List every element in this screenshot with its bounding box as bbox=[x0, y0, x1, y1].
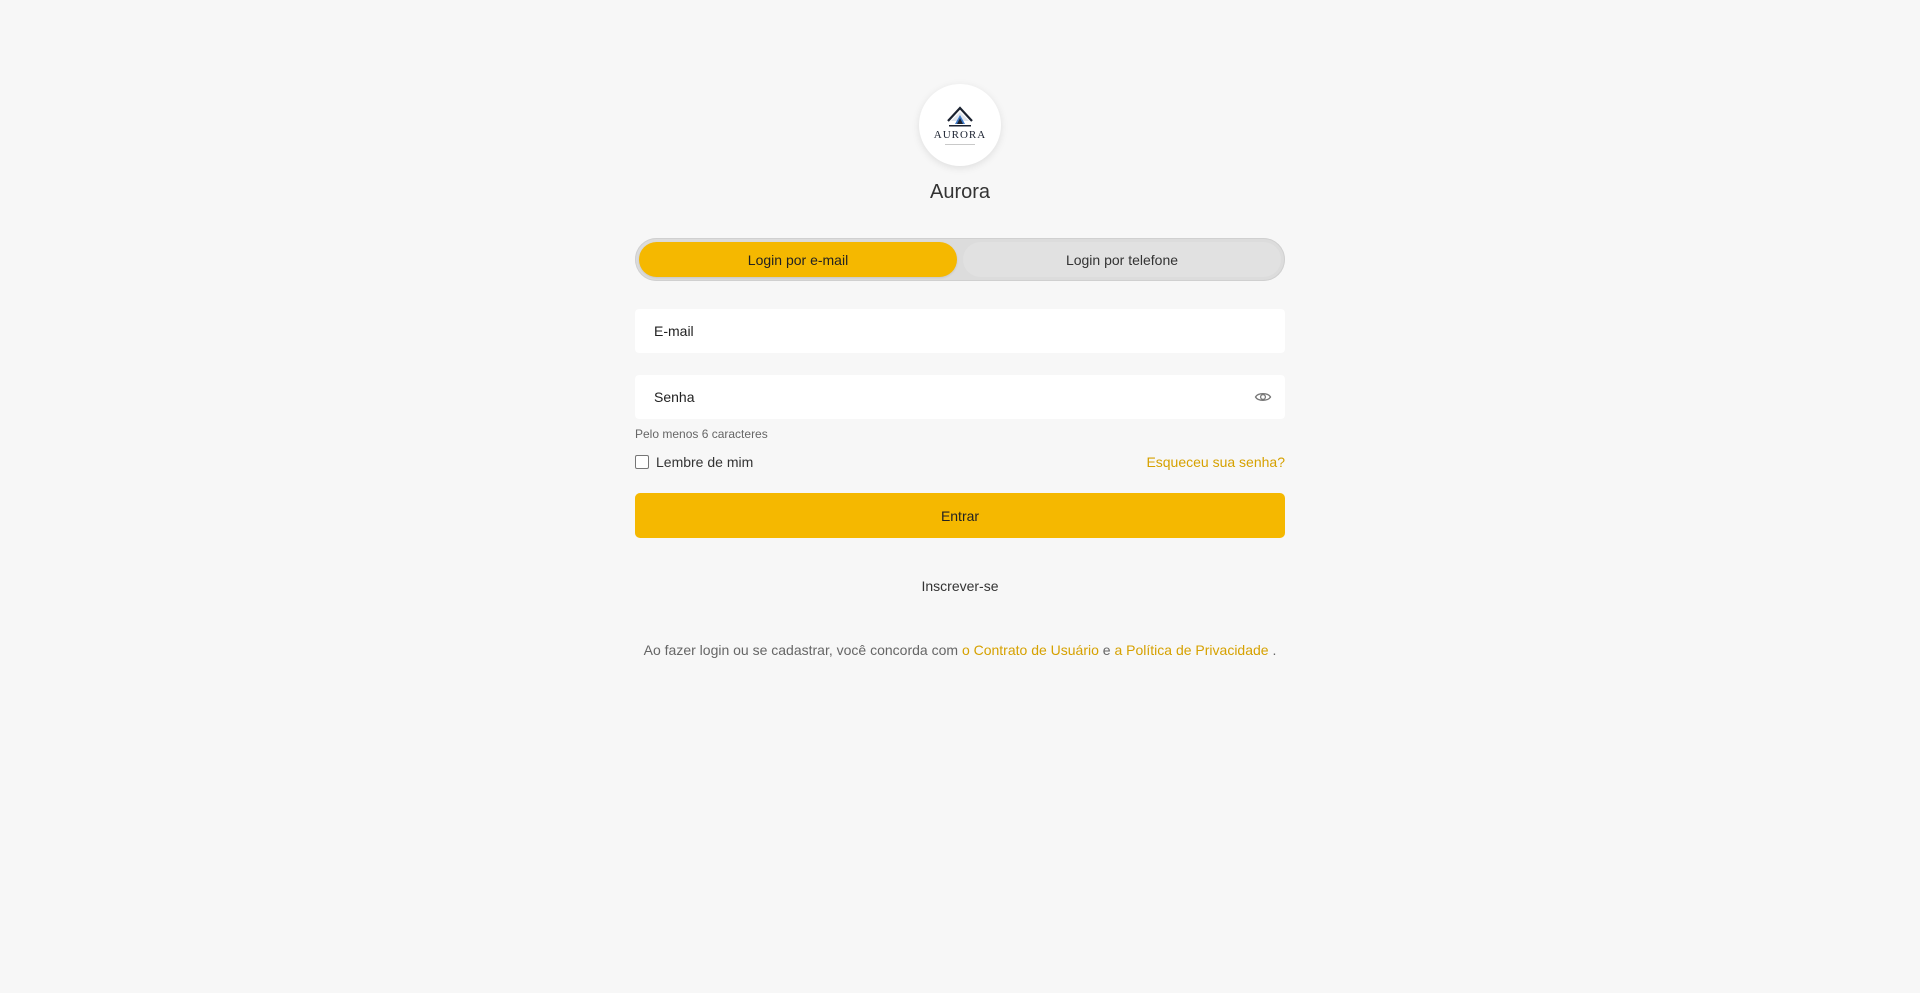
tab-phone-login[interactable]: Login por telefone bbox=[963, 242, 1281, 277]
terms-prefix: Ao fazer login ou se cadastrar, você con… bbox=[643, 642, 959, 658]
forgot-password-link[interactable]: Esqueceu sua senha? bbox=[1146, 454, 1285, 470]
terms-conjunction: e bbox=[1102, 642, 1111, 658]
tab-email-login[interactable]: Login por e-mail bbox=[639, 242, 957, 277]
login-method-tabs: Login por e-mail Login por telefone bbox=[635, 238, 1285, 281]
password-field-wrapper bbox=[635, 375, 1285, 419]
login-form: Login por e-mail Login por telefone Pelo… bbox=[635, 238, 1285, 660]
remember-me-label: Lembre de mim bbox=[656, 454, 754, 470]
remember-me-control[interactable]: Lembre de mim bbox=[635, 454, 753, 470]
eye-icon[interactable] bbox=[1254, 389, 1272, 405]
logo-emblem-icon bbox=[945, 105, 975, 129]
brand-logo: AURORA bbox=[919, 84, 1001, 166]
remember-forgot-row: Lembre de mim Esqueceu sua senha? bbox=[635, 452, 1285, 472]
privacy-policy-link[interactable]: a Política de Privacidade bbox=[1114, 642, 1268, 658]
password-hint: Pelo menos 6 caracteres bbox=[635, 427, 768, 441]
email-input[interactable] bbox=[635, 309, 1285, 353]
login-page: AURORA Aurora Login por e-mail Login por… bbox=[0, 0, 1920, 993]
remember-me-checkbox[interactable] bbox=[635, 455, 649, 469]
signup-row: Inscrever-se bbox=[635, 578, 1285, 594]
signup-link[interactable]: Inscrever-se bbox=[921, 578, 998, 594]
email-field-wrapper bbox=[635, 309, 1285, 353]
user-agreement-link[interactable]: o Contrato de Usuário bbox=[962, 642, 1099, 658]
logo-text: AURORA bbox=[933, 129, 987, 141]
logo-underline bbox=[945, 144, 975, 145]
terms-notice: Ao fazer login ou se cadastrar, você con… bbox=[635, 640, 1285, 660]
password-input[interactable] bbox=[635, 375, 1285, 419]
terms-suffix: . bbox=[1272, 642, 1277, 658]
app-name: Aurora bbox=[929, 181, 991, 203]
login-button[interactable]: Entrar bbox=[635, 493, 1285, 538]
